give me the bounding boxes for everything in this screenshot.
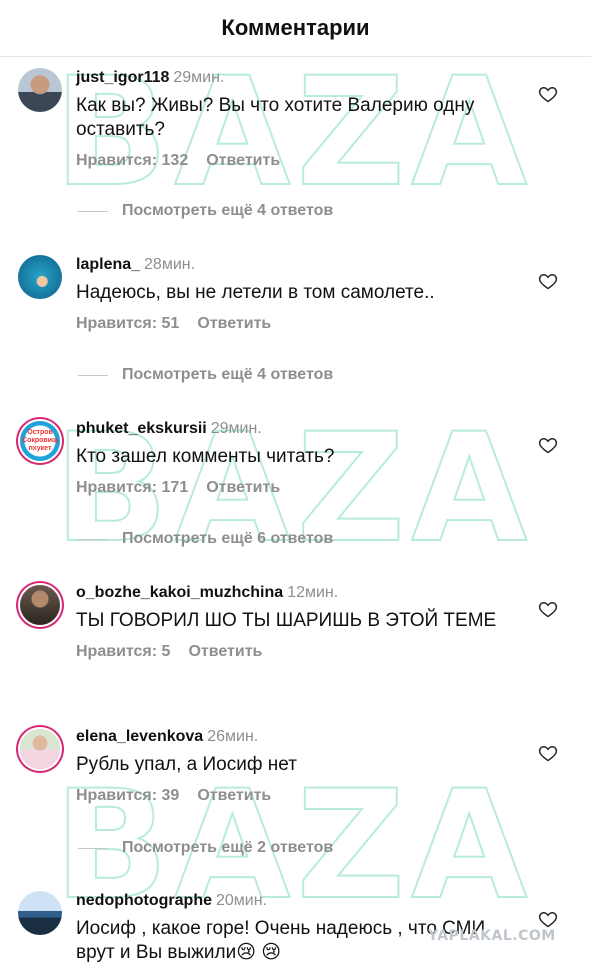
reply-button[interactable]: Ответить [206, 152, 280, 169]
avatar[interactable] [18, 891, 62, 935]
view-replies-label: Посмотреть ещё 4 ответов [122, 366, 334, 383]
like-heart-icon[interactable] [538, 909, 558, 929]
comment-username[interactable]: elena_levenkova [76, 728, 203, 745]
like-heart-icon[interactable] [538, 271, 558, 291]
comment-time: 28мин. [144, 256, 196, 273]
reply-button[interactable]: Ответить [197, 787, 271, 804]
comments-header: Комментарии [0, 0, 591, 57]
likes-count[interactable]: Нравится: 132 [76, 152, 188, 169]
avatar[interactable] [18, 255, 62, 299]
comment-username[interactable]: o_bozhe_kakoi_muzhchina [76, 584, 283, 601]
reply-button[interactable]: Ответить [188, 643, 262, 660]
divider-line [78, 538, 108, 540]
view-replies-label: Посмотреть ещё 2 ответов [122, 839, 334, 856]
view-replies-label: Посмотреть ещё 6 ответов [122, 530, 334, 547]
view-replies-button[interactable]: Посмотреть ещё 2 ответов [78, 839, 333, 857]
comment-time: 29мин. [210, 420, 262, 437]
comment-text: Рубль упал, а Иосиф нет [76, 754, 297, 775]
avatar[interactable] [20, 585, 60, 625]
divider-line [78, 210, 108, 212]
like-heart-icon[interactable] [538, 84, 558, 104]
comment-time: 20мин. [215, 892, 267, 909]
comment-text: Надеюсь, вы не летели в том самолете.. [76, 282, 435, 303]
comment-time: 12мин. [287, 584, 339, 601]
divider-line [78, 374, 108, 376]
comment-username[interactable]: laplena_ [76, 256, 140, 273]
view-replies-button[interactable]: Посмотреть ещё 6 ответов [78, 530, 333, 548]
like-heart-icon[interactable] [538, 599, 558, 619]
comment-username[interactable]: just_igor118 [76, 69, 169, 86]
divider-line [78, 847, 108, 849]
likes-count[interactable]: Нравится: 5 [76, 643, 170, 660]
like-heart-icon[interactable] [538, 435, 558, 455]
comment-text: Кто зашел комменты читать? [76, 446, 335, 467]
likes-count[interactable]: Нравится: 39 [76, 787, 179, 804]
avatar[interactable]: Остров Сокровищ пхукет [20, 421, 60, 461]
avatar[interactable] [18, 68, 62, 112]
site-watermark: YAPLAKAL.COM [428, 928, 556, 944]
page-title: Комментарии [221, 15, 370, 40]
reply-button[interactable]: Ответить [197, 315, 271, 332]
avatar-logo-text: Остров Сокровищ пхукет [22, 429, 58, 452]
comment-time: 26мин. [207, 728, 259, 745]
comment-text: Как вы? Живы? Вы что хотите Валерию одну… [76, 95, 475, 140]
reply-button[interactable]: Ответить [206, 479, 280, 496]
likes-count[interactable]: Нравится: 171 [76, 479, 188, 496]
like-heart-icon[interactable] [538, 743, 558, 763]
comment-time: 29мин. [173, 69, 225, 86]
avatar[interactable] [20, 729, 60, 769]
comment-username[interactable]: phuket_ekskursii [76, 420, 207, 437]
comment-username[interactable]: nedophotographe [76, 892, 212, 909]
view-replies-button[interactable]: Посмотреть ещё 4 ответов [78, 366, 333, 384]
view-replies-label: Посмотреть ещё 4 ответов [122, 202, 334, 219]
view-replies-button[interactable]: Посмотреть ещё 4 ответов [78, 202, 333, 220]
likes-count[interactable]: Нравится: 51 [76, 315, 179, 332]
comment-text: ТЫ ГОВОРИЛ ШО ТЫ ШАРИШЬ В ЭТОЙ ТЕМЕ [76, 610, 497, 631]
